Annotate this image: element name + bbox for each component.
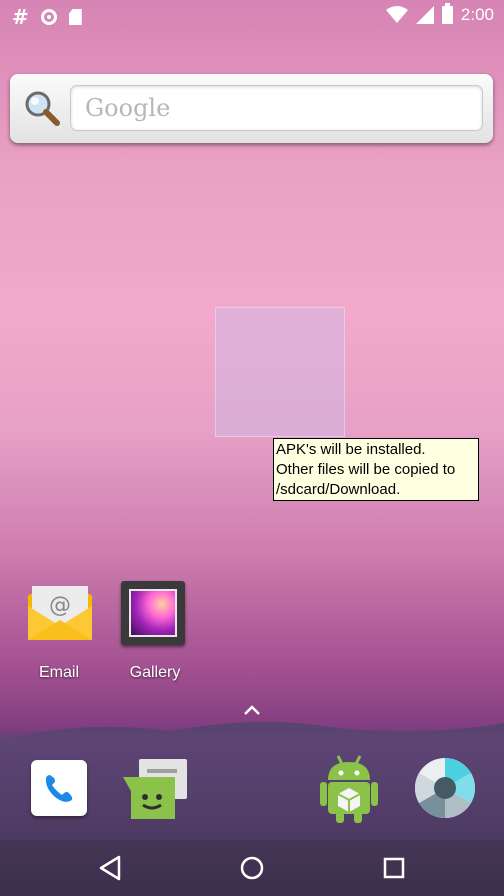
app-gallery[interactable]: Gallery bbox=[110, 581, 200, 691]
store-icon[interactable] bbox=[318, 752, 380, 824]
back-icon[interactable] bbox=[97, 854, 125, 882]
svg-text:@: @ bbox=[49, 593, 71, 618]
tooltip-line: APK's will be installed. bbox=[276, 441, 426, 458]
sd-card-icon bbox=[68, 9, 82, 25]
tooltip-line: /sdcard/Download. bbox=[276, 481, 401, 498]
camera-icon[interactable] bbox=[414, 757, 476, 819]
google-search-widget[interactable]: Google bbox=[10, 74, 493, 143]
status-left-icons: # bbox=[12, 5, 82, 29]
magnifier-icon[interactable] bbox=[24, 90, 60, 126]
messaging-icon[interactable] bbox=[121, 757, 191, 821]
status-bar: # 2:00 bbox=[0, 0, 504, 32]
app-email[interactable]: @ Email bbox=[14, 578, 104, 688]
wifi-icon bbox=[385, 6, 408, 23]
search-placeholder: Google bbox=[85, 94, 171, 122]
phone-icon[interactable] bbox=[31, 760, 87, 816]
install-tooltip: APK's will be installed. Other files wil… bbox=[273, 438, 479, 501]
drag-drop-target bbox=[215, 307, 345, 437]
gallery-label: Gallery bbox=[129, 664, 181, 681]
sync-circle-icon bbox=[40, 9, 57, 25]
battery-icon bbox=[441, 3, 453, 24]
recents-icon[interactable] bbox=[380, 854, 408, 882]
gallery-icon bbox=[121, 581, 185, 645]
signal-icon bbox=[415, 6, 434, 24]
status-right-icons: 2:00 bbox=[385, 3, 494, 25]
email-label: Email bbox=[38, 664, 79, 681]
hash-icon: # bbox=[12, 5, 29, 29]
email-icon: @ bbox=[28, 586, 92, 640]
navigation-bar bbox=[0, 840, 504, 896]
status-time: 2:00 bbox=[460, 5, 494, 24]
tooltip-line: Other files will be copied to bbox=[276, 461, 456, 478]
home-icon[interactable] bbox=[238, 854, 266, 882]
search-input[interactable]: Google bbox=[70, 85, 483, 131]
